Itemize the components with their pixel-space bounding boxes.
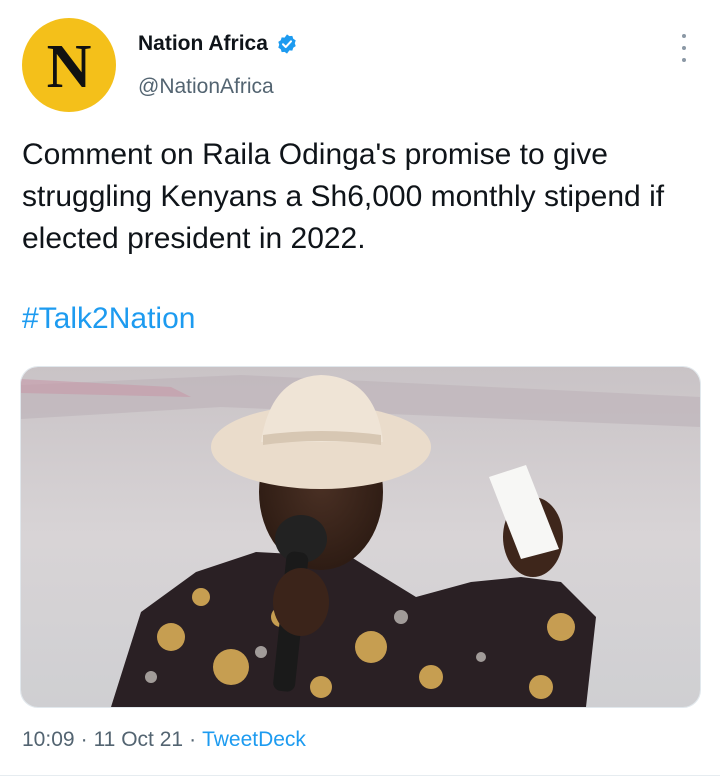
tweet: N Nation Africa @NationAfrica Comment on… xyxy=(0,0,720,783)
meta-separator: · xyxy=(189,728,197,751)
hashtag-link[interactable]: #Talk2Nation xyxy=(22,298,195,340)
verified-badge-icon xyxy=(278,34,296,54)
author-handle[interactable]: @NationAfrica xyxy=(138,75,274,99)
avatar-letter: N xyxy=(46,33,92,101)
tweet-source-link[interactable]: TweetDeck xyxy=(202,728,306,752)
tweet-text: Comment on Raila Odinga's promise to giv… xyxy=(22,138,665,255)
tweet-date[interactable]: 11 Oct 21 xyxy=(94,728,184,752)
more-options-icon[interactable] xyxy=(674,34,694,62)
author-name-row: Nation Africa xyxy=(138,32,298,56)
avatar[interactable]: N xyxy=(22,18,116,112)
meta-separator: · xyxy=(80,728,88,751)
author-display-name[interactable]: Nation Africa xyxy=(138,32,268,56)
tweet-time[interactable]: 10:09 xyxy=(22,728,75,752)
tweet-meta: 10:09 · 11 Oct 21 · TweetDeck xyxy=(22,728,306,752)
tweet-photo[interactable] xyxy=(20,366,701,708)
divider xyxy=(0,775,720,776)
